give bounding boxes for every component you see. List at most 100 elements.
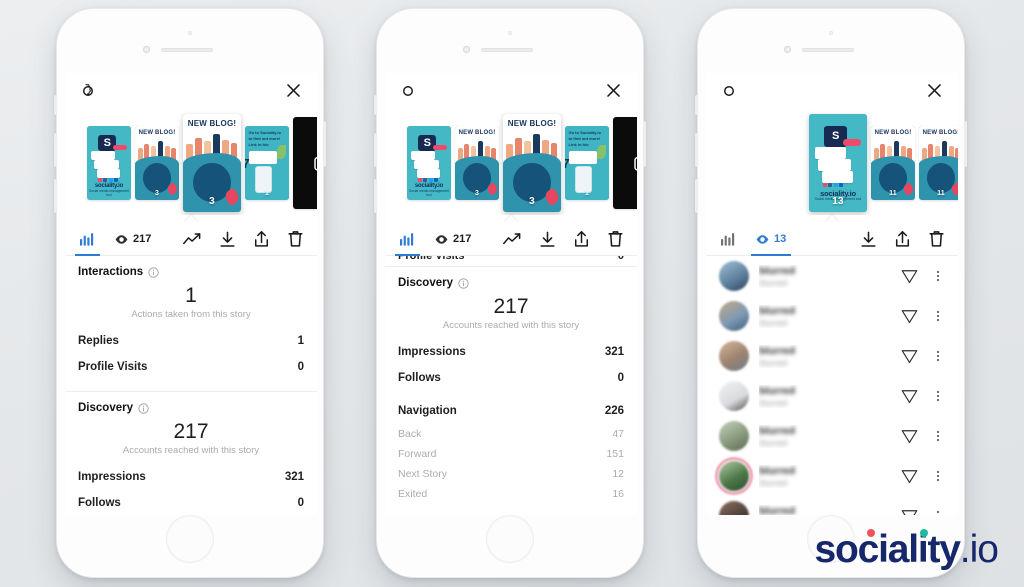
story-thumbnail-active[interactable]: NEW BLOG! 3 bbox=[183, 114, 241, 212]
send-icon[interactable] bbox=[901, 348, 918, 364]
list-item[interactable]: blurred blurred bbox=[706, 296, 958, 336]
share-icon[interactable] bbox=[894, 230, 911, 248]
story-add-camera[interactable] bbox=[293, 117, 317, 209]
download-icon[interactable] bbox=[539, 231, 556, 248]
volume-down-button[interactable] bbox=[54, 179, 57, 213]
section-interactions: Interactions 1 Actions taken from this s… bbox=[65, 256, 317, 393]
list-item[interactable]: blurred blurred bbox=[706, 496, 958, 515]
trending-up-icon[interactable] bbox=[183, 232, 202, 247]
row-actions bbox=[901, 308, 946, 324]
info-icon[interactable] bbox=[458, 277, 469, 289]
story-thumbnail[interactable]: NEW BLOG! 11 bbox=[871, 126, 915, 200]
avatar[interactable] bbox=[719, 461, 749, 491]
gear-icon[interactable] bbox=[721, 83, 737, 99]
home-button[interactable] bbox=[166, 515, 214, 563]
tab-insights[interactable] bbox=[719, 223, 738, 256]
story-thumbnail[interactable]: sociality.io Social media management too… bbox=[407, 126, 451, 200]
avatar[interactable] bbox=[719, 421, 749, 451]
trash-icon[interactable] bbox=[607, 230, 624, 248]
story-thumbnail[interactable]: Go to Sociality.io to find out more! Lin… bbox=[245, 126, 289, 200]
viewer-username: blurred bbox=[759, 504, 796, 516]
more-options-icon[interactable] bbox=[932, 470, 944, 482]
story-viewers-list[interactable]: blurred blurred blurred blurred blurred … bbox=[706, 256, 958, 515]
discovery-caption: Accounts reached with this story bbox=[442, 320, 580, 332]
viewers-count: 13 bbox=[774, 233, 787, 245]
home-button[interactable] bbox=[486, 515, 534, 563]
gear-icon[interactable] bbox=[400, 83, 416, 99]
story-thumbnail[interactable]: NEW BLOG! 3 bbox=[135, 126, 179, 200]
story-thumbnail-active[interactable]: sociality.io Social media management too… bbox=[809, 114, 867, 212]
silent-switch[interactable] bbox=[54, 95, 57, 115]
story-thumbnail[interactable]: NEW BLOG! 3 bbox=[455, 126, 499, 200]
silent-switch[interactable] bbox=[695, 95, 698, 115]
tab-insights[interactable] bbox=[395, 223, 420, 256]
tab-insights[interactable] bbox=[75, 223, 100, 256]
info-icon[interactable] bbox=[138, 402, 149, 414]
download-icon[interactable] bbox=[860, 231, 877, 248]
stat-row-sub: Back 47 bbox=[398, 424, 624, 444]
close-icon[interactable] bbox=[284, 81, 303, 100]
stat-value: 226 bbox=[604, 405, 624, 418]
close-icon[interactable] bbox=[925, 81, 944, 100]
story-carousel[interactable]: sociality.io Social media management too… bbox=[385, 111, 637, 215]
share-icon[interactable] bbox=[253, 230, 270, 248]
trending-up-icon[interactable] bbox=[503, 232, 522, 247]
stat-value: 321 bbox=[604, 346, 624, 359]
more-options-icon[interactable] bbox=[932, 390, 944, 402]
story-carousel[interactable]: sociality.io Social media management too… bbox=[706, 111, 958, 215]
gear-icon[interactable] bbox=[80, 83, 96, 99]
power-button[interactable] bbox=[323, 121, 326, 167]
trash-icon[interactable] bbox=[928, 230, 945, 248]
send-icon[interactable] bbox=[901, 468, 918, 484]
more-options-icon[interactable] bbox=[932, 430, 944, 442]
share-icon[interactable] bbox=[573, 230, 590, 248]
volume-down-button[interactable] bbox=[374, 179, 377, 213]
power-button[interactable] bbox=[964, 121, 967, 167]
story-view-count: 13 bbox=[832, 196, 844, 207]
viewer-names: blurred blurred bbox=[759, 425, 901, 448]
send-icon[interactable] bbox=[901, 308, 918, 324]
close-icon[interactable] bbox=[604, 81, 623, 100]
list-item[interactable]: blurred blurred bbox=[706, 416, 958, 456]
tab-viewers[interactable]: 13 bbox=[750, 223, 792, 256]
list-item[interactable]: blurred blurred bbox=[706, 256, 958, 296]
story-thumbnail[interactable]: Go to Sociality.io to find out more! Lin… bbox=[565, 126, 609, 200]
story-carousel[interactable]: sociality.io Social media management too… bbox=[65, 111, 317, 215]
more-options-icon[interactable] bbox=[932, 350, 944, 362]
avatar[interactable] bbox=[719, 381, 749, 411]
info-icon[interactable] bbox=[148, 266, 159, 278]
power-button[interactable] bbox=[643, 121, 646, 167]
tab-viewers[interactable]: 217 bbox=[433, 223, 473, 256]
avatar[interactable] bbox=[719, 341, 749, 371]
avatar[interactable] bbox=[719, 501, 749, 515]
send-icon[interactable] bbox=[901, 268, 918, 284]
volume-up-button[interactable] bbox=[54, 133, 57, 167]
volume-up-button[interactable] bbox=[374, 133, 377, 167]
list-item[interactable]: blurred blurred bbox=[706, 376, 958, 416]
download-icon[interactable] bbox=[219, 231, 236, 248]
list-item[interactable]: blurred blurred bbox=[706, 456, 958, 496]
story-subtitle: Social media management tool bbox=[408, 188, 450, 197]
story-thumbnail-active[interactable]: NEW BLOG! 3 bbox=[503, 114, 561, 212]
more-options-icon[interactable] bbox=[932, 510, 944, 515]
silent-switch[interactable] bbox=[374, 95, 377, 115]
trash-icon[interactable] bbox=[287, 230, 304, 248]
send-icon[interactable] bbox=[901, 508, 918, 515]
more-options-icon[interactable] bbox=[932, 270, 944, 282]
more-options-icon[interactable] bbox=[932, 310, 944, 322]
volume-down-button[interactable] bbox=[695, 179, 698, 213]
tab-viewers[interactable]: 217 bbox=[113, 223, 153, 256]
send-icon[interactable] bbox=[901, 388, 918, 404]
volume-up-button[interactable] bbox=[695, 133, 698, 167]
send-icon[interactable] bbox=[901, 428, 918, 444]
logo-red-dot bbox=[866, 529, 875, 537]
discovery-total: 217 bbox=[173, 420, 209, 444]
avatar[interactable] bbox=[719, 301, 749, 331]
sociality-io-logo: sociality .io bbox=[815, 529, 999, 569]
story-thumbnail[interactable]: NEW BLOG! 11 bbox=[919, 126, 958, 200]
story-add-camera[interactable] bbox=[613, 117, 637, 209]
avatar[interactable] bbox=[719, 261, 749, 291]
list-item[interactable]: blurred blurred bbox=[706, 336, 958, 376]
row-actions bbox=[901, 468, 946, 484]
story-thumbnail[interactable]: sociality.io Social media management too… bbox=[87, 126, 131, 200]
